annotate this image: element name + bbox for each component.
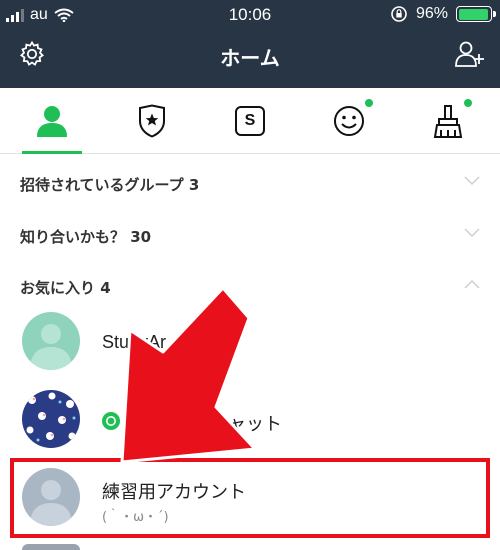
list-item[interactable]: StudyAr — [0, 304, 500, 380]
chevron-down-icon — [464, 228, 480, 238]
tab-bar: S — [0, 88, 500, 154]
patterned-avatar-image — [26, 392, 76, 442]
tab-badge[interactable] — [117, 88, 187, 154]
list-item[interactable]: ャット — [0, 382, 500, 458]
section-label: お気に入り 4 — [20, 279, 111, 297]
friend-name: StudyAr — [102, 332, 167, 352]
tab-friends[interactable] — [17, 88, 87, 154]
tab-theme[interactable] — [413, 88, 483, 154]
avatar — [22, 390, 80, 448]
rotation-lock-icon — [391, 6, 407, 22]
chevron-up-icon — [464, 279, 480, 289]
tab-stickers[interactable]: S — [215, 88, 285, 154]
section-label: 招待されているグループ 3 — [20, 176, 200, 194]
friend-name: ャット — [228, 414, 282, 434]
shield-star-icon — [139, 104, 165, 138]
section-invited-groups[interactable]: 招待されているグループ 3 — [0, 158, 500, 210]
avatar — [22, 312, 80, 370]
chevron-down-icon — [464, 176, 480, 186]
section-label: 知り合いかも？ 30 — [20, 228, 152, 246]
top-bar: au 10:06 96% ホーム — [0, 0, 500, 88]
active-tab-indicator — [22, 151, 82, 154]
add-friend-icon — [455, 41, 484, 67]
smiley-icon — [334, 106, 364, 136]
brush-icon — [433, 105, 463, 138]
highlight-box — [10, 458, 490, 538]
new-dot-indicator — [365, 99, 373, 107]
next-avatar-partial — [22, 544, 80, 550]
default-avatar-icon — [30, 324, 72, 370]
status-bar: au 10:06 96% — [0, 0, 500, 30]
page-title: ホーム — [220, 46, 280, 70]
section-maybe-know[interactable]: 知り合いかも？ 30 — [0, 210, 500, 262]
battery-percent: 96% — [415, 5, 448, 22]
sticker-tab-label: S — [244, 112, 256, 129]
battery-icon — [456, 6, 496, 22]
status-right: 96% — [390, 5, 496, 23]
person-icon — [37, 106, 67, 137]
sticker-s-icon: S — [235, 106, 265, 136]
add-friend-button[interactable] — [454, 38, 486, 70]
status-badge-icon — [102, 412, 120, 430]
new-dot-indicator — [464, 99, 472, 107]
tab-emoji[interactable] — [314, 88, 384, 154]
